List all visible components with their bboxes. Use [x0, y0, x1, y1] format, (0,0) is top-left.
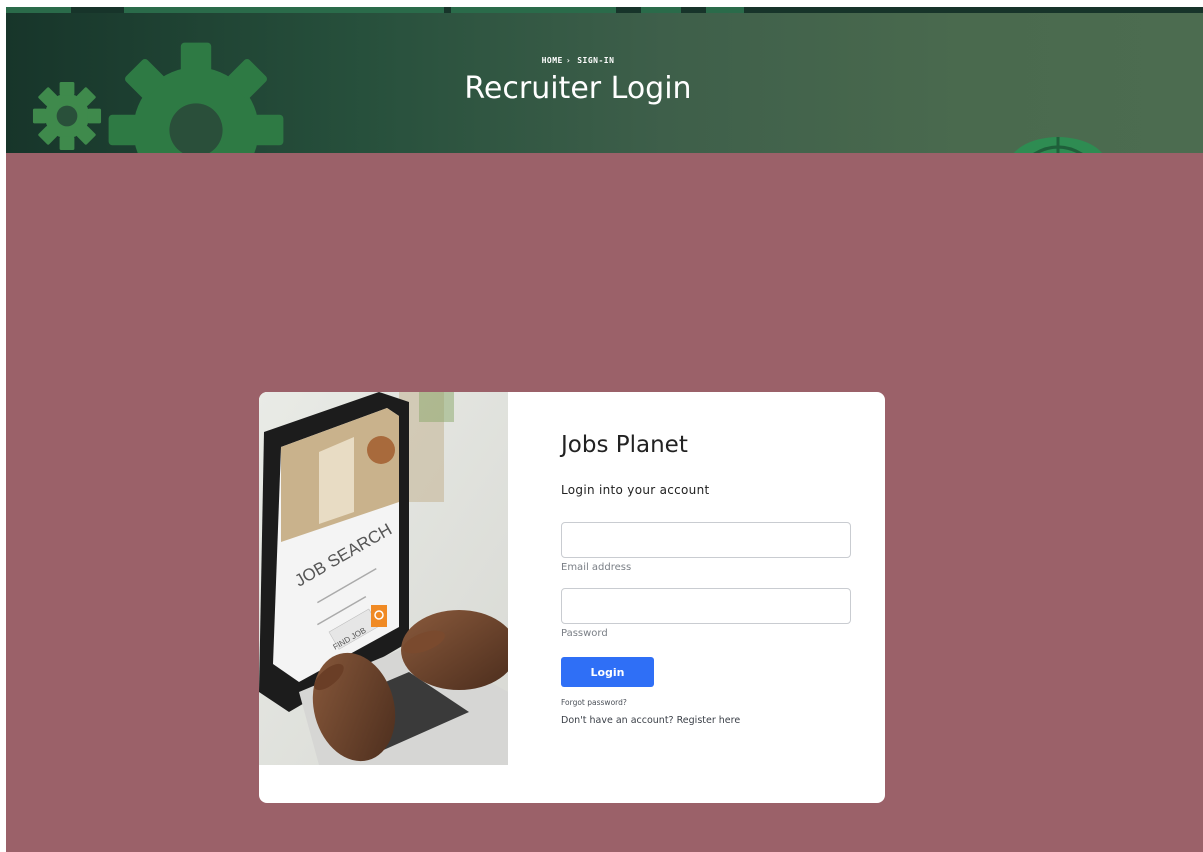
- email-label: Email address: [561, 562, 632, 573]
- breadcrumb-current: SIGN-IN: [577, 56, 615, 65]
- login-subtitle: Login into your account: [561, 483, 710, 497]
- login-form: Jobs Planet Login into your account Emai…: [561, 392, 861, 803]
- register-prompt: Don't have an account? Register here: [561, 715, 740, 726]
- hero-banner: HOME › SIGN-IN Recruiter Login: [6, 7, 1203, 153]
- laptop-job-search-image: JOB SEARCH FIND JOB: [259, 392, 508, 765]
- password-label: Password: [561, 628, 608, 639]
- password-input[interactable]: [561, 588, 851, 624]
- search-icon: [371, 605, 387, 627]
- forgot-password-link[interactable]: Forgot password?: [561, 698, 627, 707]
- brand-title: Jobs Planet: [561, 432, 688, 458]
- login-button[interactable]: Login: [561, 657, 654, 687]
- breadcrumb-separator: ›: [565, 56, 572, 65]
- login-card: JOB SEARCH FIND JOB Jobs Planet Login in…: [259, 392, 885, 803]
- laptop-illustration: JOB SEARCH FIND JOB: [259, 392, 508, 765]
- breadcrumb: HOME › SIGN-IN: [6, 56, 1150, 65]
- hero-top-strip: [6, 7, 1203, 13]
- globe-icon: [1013, 137, 1103, 153]
- page-title: Recruiter Login: [464, 71, 692, 106]
- email-input[interactable]: [561, 522, 851, 558]
- page: HOME › SIGN-IN Recruiter Login JOB SEARC…: [6, 7, 1203, 852]
- register-link[interactable]: Register here: [677, 715, 741, 726]
- register-prefix: Don't have an account?: [561, 715, 674, 726]
- breadcrumb-home-link[interactable]: HOME: [542, 56, 563, 65]
